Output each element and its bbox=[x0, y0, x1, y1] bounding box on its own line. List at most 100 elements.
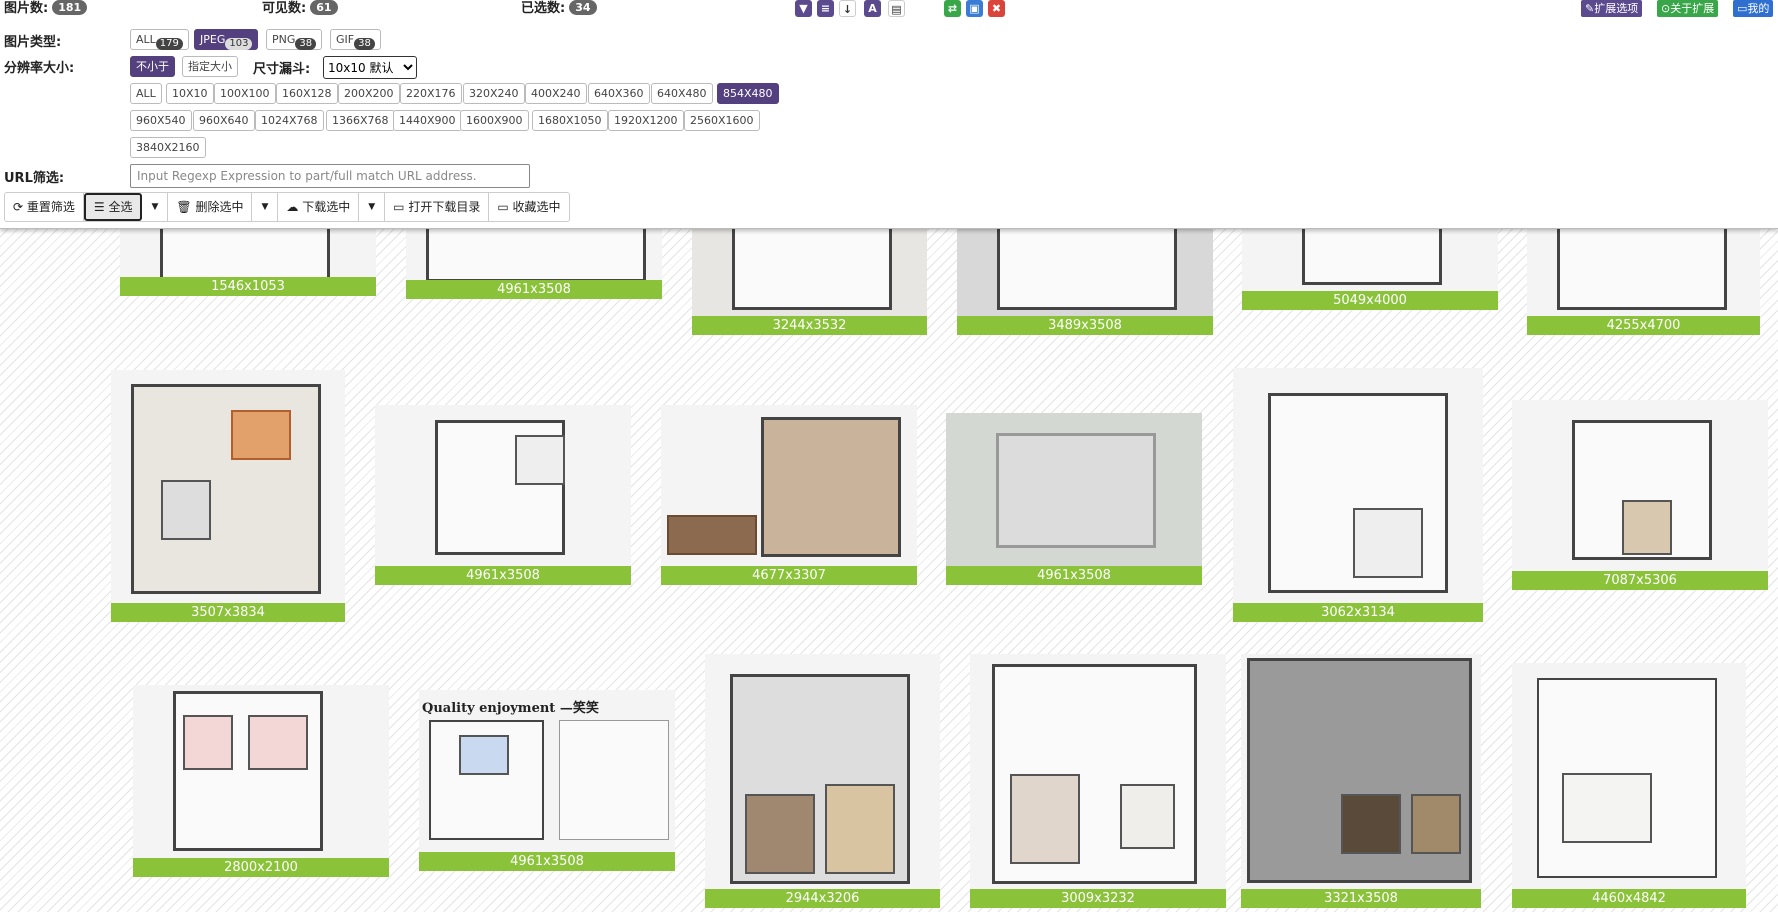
size-chip[interactable]: 1680X1050 bbox=[532, 110, 608, 131]
image-dimension: 4961x3508 bbox=[419, 852, 675, 871]
floor-plan-image bbox=[1512, 400, 1768, 571]
floor-plan-image bbox=[111, 370, 345, 603]
image-dimension: 4961x3508 bbox=[375, 566, 631, 585]
size-chip[interactable]: 960X540 bbox=[130, 110, 192, 131]
folder-open-icon: ▭ bbox=[393, 200, 409, 214]
image-dimension: 3489x3508 bbox=[957, 316, 1213, 335]
image-dimension: 4460x4842 bbox=[1512, 889, 1746, 908]
type-count: 38 bbox=[295, 38, 317, 50]
size-chip[interactable]: 960X640 bbox=[193, 110, 255, 131]
specify-size-button[interactable]: 指定大小 bbox=[182, 56, 238, 77]
size-chip[interactable]: 1440X900 bbox=[393, 110, 462, 131]
size-chip[interactable]: 320X240 bbox=[463, 83, 525, 104]
size-chip[interactable]: 1366X768 bbox=[326, 110, 395, 131]
type-count: 38 bbox=[354, 38, 375, 50]
type-chip-gif[interactable]: GIF 38 bbox=[330, 29, 381, 50]
delete-selected-button[interactable]: 🗑 删除选中 bbox=[168, 193, 253, 221]
size-chip[interactable]: ALL bbox=[130, 83, 162, 104]
funnel-label: 尺寸漏斗: bbox=[253, 62, 311, 77]
selected-badge: 34 bbox=[569, 0, 597, 15]
size-chip[interactable]: 10X10 bbox=[166, 83, 214, 104]
image-dimension: 3009x3232 bbox=[970, 889, 1226, 908]
download-selected-button[interactable]: ☁ 下载选中 bbox=[278, 193, 360, 221]
type-chip-png[interactable]: PNG 38 bbox=[266, 29, 323, 50]
info-icon: ⊙ bbox=[1661, 2, 1671, 15]
size-chip[interactable]: 3840X2160 bbox=[130, 137, 206, 158]
swap-icon[interactable]: ⇄ bbox=[944, 0, 961, 17]
favorite-selected-button[interactable]: ▭ 收藏选中 bbox=[489, 193, 568, 221]
image-dimension: 3062x3134 bbox=[1233, 603, 1483, 622]
image-tile[interactable]: 4677x3307 bbox=[661, 405, 917, 585]
image-tile[interactable]: Quality enjoyment —笑笑 4961x3508 bbox=[419, 690, 675, 871]
open-download-dir-button[interactable]: ▭ 打开下载目录 bbox=[385, 193, 490, 221]
visible-label: 可见数: bbox=[262, 1, 307, 16]
image-tile[interactable]: 3321x3508 bbox=[1241, 654, 1481, 908]
floor-plan-image bbox=[946, 413, 1202, 566]
filter-icon[interactable]: ▼ bbox=[795, 0, 812, 17]
floor-plan-image bbox=[705, 654, 940, 889]
size-chip[interactable]: 1600X900 bbox=[460, 110, 529, 131]
size-chip[interactable]: 1024X768 bbox=[255, 110, 324, 131]
delete-dropdown-toggle[interactable]: ▼ bbox=[252, 193, 279, 221]
size-chip[interactable]: 640X480 bbox=[651, 83, 713, 104]
about-extension-button[interactable]: ⊙关于扩展 bbox=[1657, 0, 1719, 17]
size-chip[interactable]: 220X176 bbox=[400, 83, 462, 104]
compare-icon[interactable]: ▤ bbox=[888, 0, 905, 17]
floor-plan-image bbox=[1241, 654, 1481, 889]
type-chip-all[interactable]: ALL 179 bbox=[130, 29, 189, 50]
size-chip[interactable]: 100X100 bbox=[214, 83, 276, 104]
image-tile[interactable]: 4460x4842 bbox=[1512, 663, 1746, 908]
image-tile[interactable]: 3507x3834 bbox=[111, 370, 345, 622]
floor-plan-image bbox=[661, 405, 917, 566]
size-chip[interactable]: 2560X1600 bbox=[684, 110, 760, 131]
total-count: 图片数: 181 bbox=[4, 0, 88, 17]
favorite-selected-label: 收藏选中 bbox=[512, 200, 561, 214]
type-chip-jpeg[interactable]: JPEG 103 bbox=[194, 29, 259, 50]
action-button-group: ⟳ 重置筛选 ☰ 全选 ▼ 🗑 删除选中 ▼ ☁ 下载选中 ▼ ▭ 打开下载目录… bbox=[4, 192, 570, 222]
type-name: JPEG bbox=[200, 33, 226, 46]
image-tile[interactable]: 2800x2100 bbox=[133, 685, 389, 877]
size-chip[interactable]: 1920X1200 bbox=[608, 110, 684, 131]
caret-down-icon: ▼ bbox=[368, 202, 376, 212]
size-chip[interactable]: 160X128 bbox=[276, 83, 338, 104]
select-dropdown-toggle[interactable]: ▼ bbox=[142, 193, 169, 221]
extension-options-button[interactable]: ✎扩展选项 bbox=[1581, 0, 1643, 17]
image-tile[interactable]: 3009x3232 bbox=[970, 654, 1226, 908]
image-caption: Quality enjoyment —笑笑 bbox=[422, 701, 599, 716]
refresh-icon: ⟳ bbox=[13, 200, 27, 214]
type-name: GIF bbox=[336, 33, 355, 46]
close-icon[interactable]: ✖ bbox=[988, 0, 1005, 17]
size-chip[interactable]: 400X240 bbox=[525, 83, 587, 104]
font-icon[interactable]: A bbox=[864, 0, 881, 17]
not-less-button[interactable]: 不小于 bbox=[130, 56, 175, 77]
funnel-select[interactable]: 10x10 默认 bbox=[323, 56, 417, 79]
visible-count: 可见数: 61 bbox=[262, 0, 338, 17]
size-chip-active[interactable]: 854X480 bbox=[717, 83, 779, 104]
download-dropdown-toggle[interactable]: ▼ bbox=[359, 193, 386, 221]
sort-icon[interactable]: ↓ bbox=[839, 0, 856, 17]
list-icon[interactable]: ≡ bbox=[817, 0, 834, 17]
image-tile[interactable]: 4961x3508 bbox=[946, 413, 1202, 585]
url-filter-input[interactable] bbox=[130, 164, 530, 188]
floor-plan-image bbox=[1512, 663, 1746, 889]
trash-icon: 🗑 bbox=[176, 200, 196, 214]
size-chip[interactable]: 640X360 bbox=[588, 83, 650, 104]
page-icon[interactable]: ▣ bbox=[966, 0, 983, 17]
image-tile[interactable]: 4961x3508 bbox=[375, 405, 631, 585]
image-dimension: 5049x4000 bbox=[1242, 291, 1498, 310]
select-all-button[interactable]: ☰ 全选 bbox=[83, 193, 143, 221]
size-chip[interactable]: 200X200 bbox=[338, 83, 400, 104]
list-icon: ☰ bbox=[93, 200, 109, 214]
image-tile[interactable]: 7087x5306 bbox=[1512, 400, 1768, 590]
selected-count: 已选数: 34 bbox=[521, 0, 597, 17]
image-dimension: 4677x3307 bbox=[661, 566, 917, 585]
image-tile[interactable]: 3062x3134 bbox=[1233, 368, 1483, 622]
image-dimension: 3507x3834 bbox=[111, 603, 345, 622]
caret-down-icon: ▼ bbox=[261, 202, 269, 212]
my-button[interactable]: ▭我的 bbox=[1733, 0, 1774, 17]
image-tile[interactable]: 2944x3206 bbox=[705, 654, 940, 908]
reset-filter-button[interactable]: ⟳ 重置筛选 bbox=[5, 193, 84, 221]
image-dimension: 4255x4700 bbox=[1527, 316, 1760, 335]
filter-panel: 图片数: 181 可见数: 61 已选数: 34 ▼ ≡ ↓ A ▤ ⇄ ▣ ✖ ✎扩… bbox=[0, 0, 1778, 229]
caret-down-icon: ▼ bbox=[151, 202, 159, 212]
